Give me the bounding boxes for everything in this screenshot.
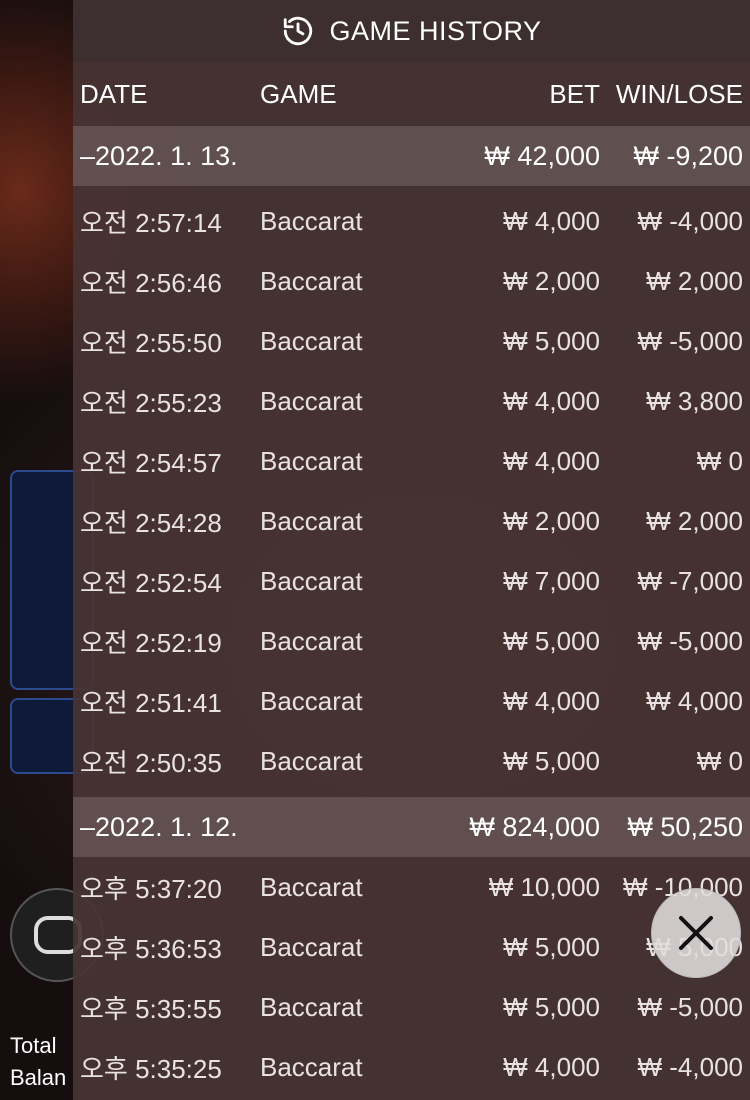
row-game: Baccarat [260,991,363,1022]
history-row[interactable]: 오후 5:36:53Baccarat₩ 5,000₩ 5,000 [73,917,750,977]
history-row[interactable]: 오전 2:57:14 Baccarat ₩ 4,000 ₩ -4,000 [73,191,750,251]
row-bet: ₩ 5,000 [503,625,600,656]
day-summary-row[interactable]: –2022. 1. 13. ₩ 42,000 ₩ -9,200 [73,126,750,186]
game-history-panel: GAME HISTORY DATE GAME BET WIN/LOSE –202… [73,0,750,1100]
row-time: 오전 2:52:54 [80,567,222,598]
row-game: Baccarat [260,745,363,776]
close-icon [679,916,713,950]
row-win-lose: ₩ 0 [696,445,743,476]
panel-header: GAME HISTORY [73,0,750,62]
row-bet: ₩ 7,000 [503,565,600,596]
history-row[interactable]: 오후 5:35:55 Baccarat ₩ 5,000 ₩ -5,000 [73,977,750,1037]
column-header-row: DATE GAME BET WIN/LOSE [73,62,750,126]
row-bet: ₩ 10,000 [488,871,600,902]
row-win-lose: ₩ 3,800 [646,385,743,416]
row-bet: ₩ 2,000 [503,265,600,296]
row-time: 오전 2:57:14 [80,207,222,238]
history-row[interactable]: 오전 2:55:50 Baccarat ₩ 5,000 ₩ -5,000 [73,311,750,371]
row-game: Baccarat [260,505,363,536]
row-time: 오후 5:36:53 [80,933,222,964]
row-time: 오전 2:56:46 [80,267,222,298]
history-list[interactable]: –2022. 1. 13. ₩ 42,000 ₩ -9,200 오전 2:57:14 B… [73,126,750,1097]
history-icon [284,16,313,46]
row-bet: ₩ 5,000 [503,745,600,776]
history-row[interactable]: 오전 2:52:19 Baccarat ₩ 5,000 ₩ -5,000 [73,611,750,671]
history-row[interactable]: 오전 2:50:35 Baccarat ₩ 5,000 ₩ 0 [73,731,750,791]
row-win-lose: ₩ -7,000 [637,565,744,596]
history-row[interactable]: 오전 2:55:23 Baccarat ₩ 4,000 ₩ 3,800 [73,371,750,431]
history-row[interactable]: 오전 2:52:54 Baccarat ₩ 7,000 ₩ -7,000 [73,551,750,611]
row-game: Baccarat [260,871,363,902]
row-bet: ₩ 4,000 [503,1051,600,1082]
history-row[interactable]: 오전 2:54:28 Baccarat ₩ 2,000 ₩ 2,000 [73,491,750,551]
close-button[interactable] [651,888,741,978]
row-time: 오전 2:52:19 [80,627,222,658]
panel-title: GAME HISTORY [329,15,542,46]
row-bet: ₩ 2,000 [503,505,600,536]
column-date: DATE [80,78,148,109]
row-game: Baccarat [260,265,363,296]
row-time: 오후 5:37:20 [80,873,222,904]
row-bet: ₩ 5,000 [503,991,600,1022]
row-game: Baccarat [260,445,363,476]
row-game: Baccarat [260,325,363,356]
history-row[interactable]: 오후 5:35:25 Baccarat ₩ 4,000 ₩ -4,000 [73,1037,750,1097]
column-bet: BET [549,78,600,109]
row-game: Baccarat [260,685,363,716]
day-total-bet: ₩ 42,000 [484,140,600,171]
row-time: 오전 2:51:41 [80,687,222,718]
row-bet: ₩ 4,000 [503,205,600,236]
row-bet: ₩ 4,000 [503,385,600,416]
day-total-bet: ₩ 824,000 [469,811,600,842]
row-time: 오전 2:50:35 [80,747,222,778]
day-total-win: ₩ 50,250 [627,811,743,842]
row-game: Baccarat [260,565,363,596]
row-game: Baccarat [260,931,363,962]
row-time: 오전 2:54:57 [80,447,222,478]
row-time: 오전 2:55:50 [80,327,222,358]
row-win-lose: ₩ 4,000 [646,685,743,716]
day-total-win: ₩ -9,200 [633,140,743,171]
balance-text: Balan [10,1065,67,1090]
row-win-lose: ₩ 2,000 [646,505,743,536]
row-win-lose: ₩ -4,000 [637,1051,744,1082]
row-win-lose: ₩ -5,000 [637,991,744,1022]
column-game: GAME [260,78,337,109]
day-date: –2022. 1. 13. [80,140,238,171]
row-time: 오전 2:54:28 [80,507,222,538]
row-game: Baccarat [260,385,363,416]
day-summary-row[interactable]: –2022. 1. 12. ₩ 824,000 ₩ 50,250 [73,797,750,857]
row-win-lose: ₩ 2,000 [646,265,743,296]
balance-label: Total Balan [10,1030,66,1094]
column-win-lose: WIN/LOSE [615,78,743,109]
row-win-lose: ₩ 0 [696,745,743,776]
row-time: 오전 2:55:23 [80,387,222,418]
total-label: Total [10,1033,57,1058]
row-bet: ₩ 5,000 [503,931,600,962]
row-win-lose: ₩ -4,000 [637,205,744,236]
row-win-lose: ₩ -5,000 [637,325,744,356]
row-game: Baccarat [260,205,363,236]
day-date: –2022. 1. 12. [80,811,238,842]
row-time: 오후 5:35:25 [80,1053,222,1084]
row-time: 오후 5:35:55 [80,993,222,1024]
row-game: Baccarat [260,1051,363,1082]
history-row[interactable]: 오후 5:37:20 Baccarat ₩ 10,000 ₩ -10,000 [73,857,750,917]
history-row[interactable]: 오전 2:54:57 Baccarat ₩ 4,000 ₩ 0 [73,431,750,491]
history-row[interactable]: 오전 2:51:41 Baccarat ₩ 4,000 ₩ 4,000 [73,671,750,731]
row-win-lose: ₩ -5,000 [637,625,744,656]
history-row[interactable]: 오전 2:56:46 Baccarat ₩ 2,000 ₩ 2,000 [73,251,750,311]
row-bet: ₩ 4,000 [503,685,600,716]
row-game: Baccarat [260,625,363,656]
row-bet: ₩ 4,000 [503,445,600,476]
row-bet: ₩ 5,000 [503,325,600,356]
